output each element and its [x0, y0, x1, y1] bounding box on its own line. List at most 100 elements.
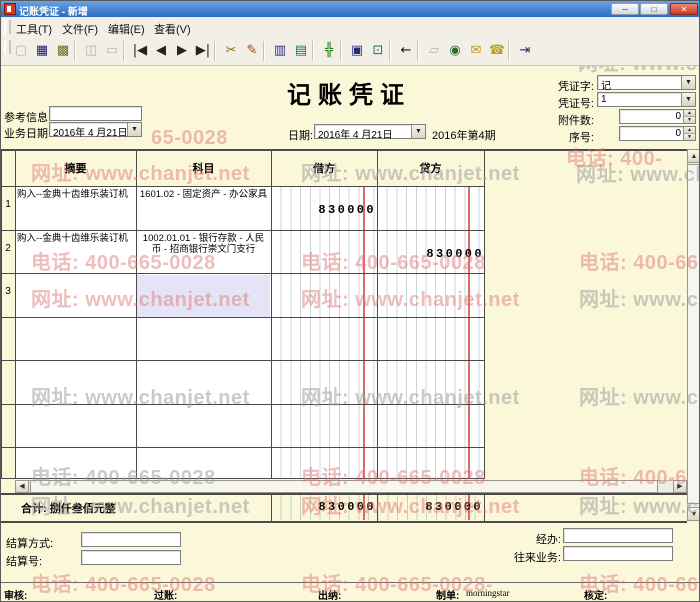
total-column-line-2 — [484, 493, 485, 521]
maker-value: morningstar — [466, 588, 510, 598]
row-number: 2 — [1, 243, 15, 254]
period-text: 2016年第4期 — [432, 127, 496, 143]
row-number: 3 — [1, 286, 15, 297]
voucher-no-label: 凭证号: — [554, 95, 594, 111]
insert-row-icon[interactable]: ✂ — [221, 41, 241, 61]
business-date-combobox[interactable]: 2016年 4 月21日 ▼ — [49, 122, 142, 137]
spin-down-icon[interactable]: ▼ — [684, 134, 695, 141]
voucher-no-combobox[interactable]: 1 ▼ — [597, 92, 696, 107]
voucher-word-value: 记 — [601, 77, 681, 92]
settlement-method-input[interactable] — [81, 532, 181, 547]
handler-label: 经办: — [501, 531, 561, 547]
edit-row-icon[interactable]: ✎ — [242, 41, 262, 61]
print-icon[interactable]: ▭ — [102, 41, 122, 61]
next-record-icon[interactable]: ▶ — [172, 41, 192, 61]
mail-notice-icon[interactable]: ✉ — [466, 41, 486, 61]
close-button[interactable]: ✕ — [670, 3, 698, 15]
open-account-book-icon[interactable]: ▣ — [347, 41, 367, 61]
approve-label: 核定: — [584, 587, 607, 602]
toolbar-separator — [508, 41, 510, 61]
scroll-up-icon[interactable]: ▲ — [687, 149, 700, 163]
account-cell[interactable]: 1002.01.01 - 银行存款 - 人民币 - 招商银行崇文门支行 — [137, 232, 270, 274]
summary-cell[interactable]: 购入--金典十齿维乐装订机 — [16, 232, 135, 274]
watermark-phone: 65-0028 — [151, 127, 228, 150]
chevron-down-icon[interactable]: ▼ — [681, 76, 695, 89]
ledger-book-icon[interactable]: ▥ — [270, 41, 290, 61]
spin-down-icon[interactable]: ▼ — [684, 117, 695, 124]
row-number: 1 — [1, 199, 15, 210]
post-label: 过账: — [154, 587, 177, 602]
spinner-buttons[interactable]: ▲▼ — [683, 127, 695, 140]
save-and-new-icon[interactable]: ▩ — [53, 41, 73, 61]
menu-item-2[interactable]: 文件(F) — [62, 21, 98, 37]
chevron-down-icon[interactable]: ▼ — [411, 125, 425, 138]
watermark-website: 网址: www.ch — [579, 381, 700, 410]
summary-cell[interactable] — [16, 275, 135, 317]
reference-input[interactable] — [49, 106, 142, 121]
date-value: 2016年 4 月21日 — [318, 126, 411, 141]
maker-label: 制单: — [436, 587, 459, 602]
phone-service-icon[interactable]: ☎ — [487, 41, 507, 61]
app-icon — [4, 3, 16, 15]
settlement-no-input[interactable] — [81, 550, 181, 565]
minimize-button[interactable]: ─ — [611, 3, 639, 15]
review-label: 审核: — [4, 587, 27, 602]
sequence-stepper[interactable]: 0 ▲▼ — [619, 126, 696, 141]
account-cell[interactable] — [137, 275, 270, 317]
new-voucher-icon[interactable]: ▢ — [11, 41, 31, 61]
attachments-stepper[interactable]: 0 ▲▼ — [619, 109, 696, 124]
voucher-no-value: 1 — [601, 94, 681, 105]
total-label: 合计: 捌仟叁佰元整 — [21, 500, 116, 516]
handler-input[interactable] — [563, 528, 673, 543]
save-icon[interactable]: ▦ — [32, 41, 52, 61]
horizontal-scroll-thumb[interactable] — [30, 480, 658, 493]
sequence-value: 0 — [675, 128, 681, 139]
view-screen-icon[interactable]: ⊡ — [368, 41, 388, 61]
voucher-title: 记账凭证 — [254, 75, 444, 110]
voucher-word-label: 凭证字: — [554, 78, 594, 94]
back-arrow-icon[interactable]: ← — [396, 41, 416, 61]
account-cell[interactable]: 1601.02 - 固定资产 - 办公家具 — [137, 188, 270, 230]
copy-voucher-icon[interactable]: ▱ — [424, 41, 444, 61]
cashier-label: 出纳: — [318, 587, 341, 602]
debit-amount[interactable]: 830000 — [273, 203, 376, 217]
maximize-button[interactable]: □ — [640, 3, 668, 15]
scroll-right-icon[interactable]: ▶ — [673, 480, 687, 493]
grid-column-line-5 — [484, 149, 485, 479]
summary-cell[interactable]: 购入--金典十齿维乐装订机 — [16, 188, 135, 230]
spinner-buttons[interactable]: ▲▼ — [683, 110, 695, 123]
grid-header-border — [1, 186, 484, 187]
last-record-icon[interactable]: ▶| — [193, 41, 213, 61]
exit-icon[interactable]: ⇥ — [515, 41, 535, 61]
watermark-phone: 电话: 400- — [566, 142, 662, 171]
prev-record-icon[interactable]: ◀ — [151, 41, 171, 61]
chevron-down-icon[interactable]: ▼ — [681, 93, 695, 106]
toolbar: ▢▦▩ ◫▭ |◀◀▶▶| ✂✎ ▥▤ ╬ ▣⊡ ← ▱◉✉☎ ⇥ — [1, 37, 700, 66]
total-column-line-0 — [271, 493, 272, 521]
column-header-3: 借方 — [271, 160, 377, 176]
subsidiary-book-icon[interactable]: ▤ — [291, 41, 311, 61]
menu-item-1[interactable]: 工具(T) — [16, 21, 52, 37]
scroll-left-icon[interactable]: ◀ — [15, 480, 29, 493]
total-debit-amount: 830000 — [273, 500, 376, 514]
menu-item-3[interactable]: 编辑(E) — [108, 21, 145, 37]
current-business-input[interactable] — [563, 546, 673, 561]
balance-check-icon[interactable]: ╬ — [319, 41, 339, 61]
first-record-icon[interactable]: |◀ — [130, 41, 150, 61]
footer-divider — [1, 582, 700, 583]
scroll-down-icon[interactable]: ▼ — [687, 507, 700, 521]
vertical-scroll-thumb[interactable] — [687, 164, 700, 504]
date-combobox[interactable]: 2016年 4 月21日 ▼ — [314, 124, 426, 139]
grid-row-line — [1, 447, 484, 448]
voucher-window: 记账凭证 - 新增 ─ □ ✕ 工具(T)文件(F)编辑(E)查看(V) ▢▦▩… — [0, 0, 700, 602]
credit-amount[interactable]: 830000 — [379, 247, 484, 261]
current-business-label: 往来业务: — [501, 549, 561, 565]
approve-seal-icon[interactable]: ◉ — [445, 41, 465, 61]
toolbar-separator — [74, 41, 76, 61]
total-column-line-1 — [377, 493, 378, 521]
print-preview-icon[interactable]: ◫ — [81, 41, 101, 61]
voucher-word-combobox[interactable]: 记 ▼ — [597, 75, 696, 90]
grid-column-line-3 — [271, 149, 272, 479]
chevron-down-icon[interactable]: ▼ — [127, 123, 141, 136]
menu-item-4[interactable]: 查看(V) — [154, 21, 191, 37]
